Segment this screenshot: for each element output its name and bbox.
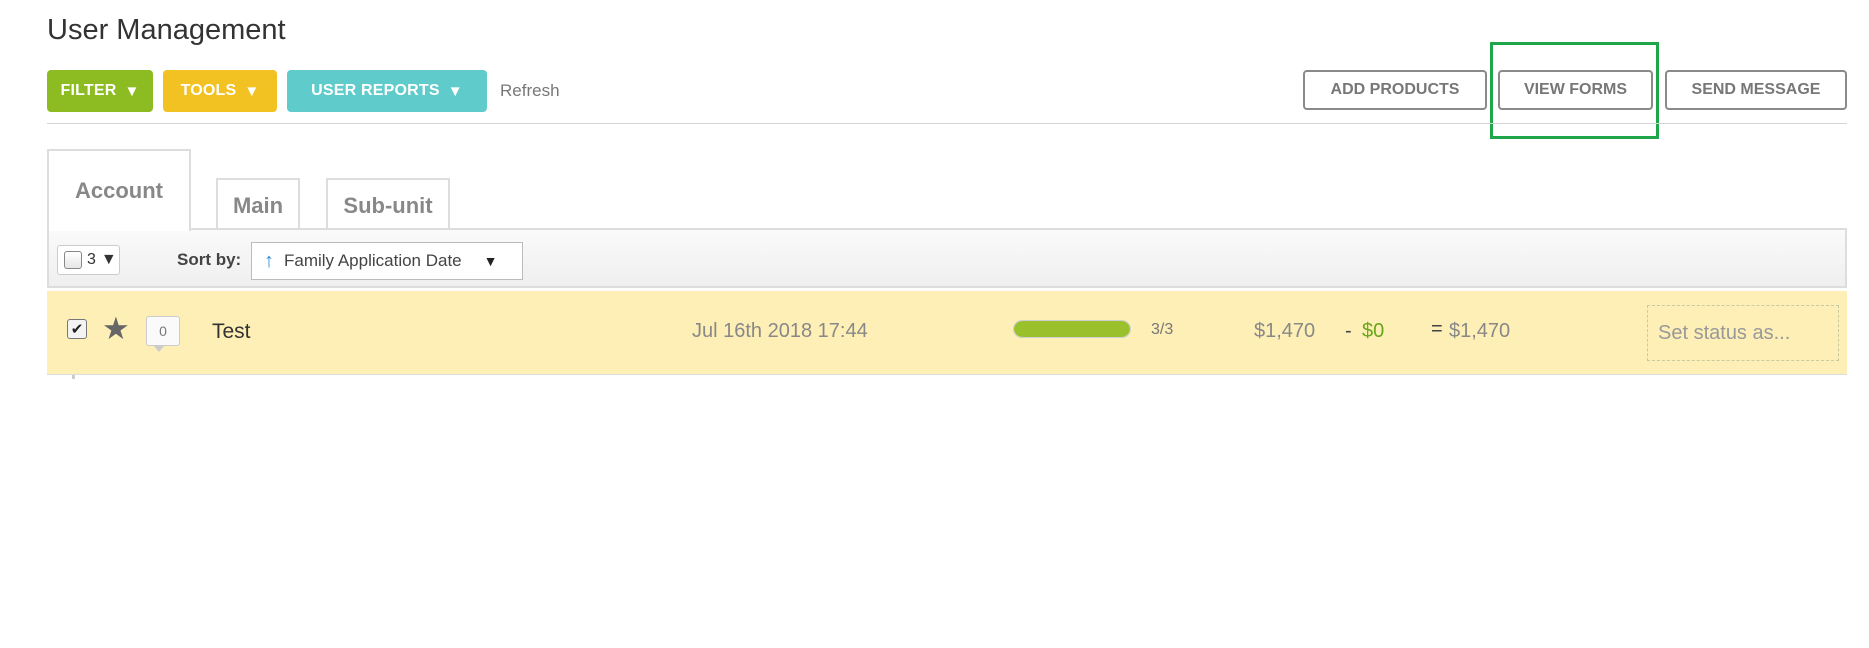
tab-account[interactable]: Account — [47, 149, 191, 231]
sort-select[interactable]: ↑ Family Application Date ▼ — [251, 242, 523, 280]
refresh-link[interactable]: Refresh — [500, 81, 560, 101]
add-products-button[interactable]: ADD PRODUCTS — [1303, 70, 1487, 110]
sort-value: Family Application Date — [284, 251, 462, 270]
tools-label: TOOLS — [180, 82, 237, 99]
set-status-field[interactable]: Set status as... — [1647, 305, 1839, 361]
page-title: User Management — [47, 14, 286, 46]
comment-icon[interactable]: 0 — [146, 316, 180, 352]
caret-down-icon: ▼ — [483, 253, 498, 269]
row-checkbox[interactable]: ✔ — [67, 319, 87, 339]
selected-count: 3 — [87, 251, 96, 268]
amount-total: $1,470 — [1254, 320, 1316, 342]
star-icon[interactable]: ★ — [102, 313, 130, 344]
filter-label: FILTER — [60, 82, 117, 99]
progress-fill — [1014, 321, 1130, 337]
send-message-button[interactable]: SEND MESSAGE — [1665, 70, 1847, 110]
user-reports-dropdown-button[interactable]: USER REPORTS ▼ — [287, 70, 487, 112]
table-row[interactable] — [47, 291, 1847, 375]
row-name[interactable]: Test — [212, 320, 251, 344]
sort-by-label: Sort by: — [177, 250, 242, 269]
row-date: Jul 16th 2018 17:44 — [692, 320, 868, 342]
equals-sign: = — [1431, 318, 1443, 340]
amount-discount: $0 — [1362, 320, 1385, 342]
tab-main[interactable]: Main — [216, 178, 300, 231]
divider-tick — [72, 375, 75, 379]
caret-down-icon: ▼ — [244, 82, 260, 100]
tools-dropdown-button[interactable]: TOOLS ▼ — [163, 70, 277, 112]
header-divider — [47, 123, 1847, 124]
select-all-dropdown[interactable]: 3 ▼ — [57, 245, 120, 275]
filter-dropdown-button[interactable]: FILTER ▼ — [47, 70, 153, 112]
select-all-checkbox[interactable] — [64, 251, 82, 269]
comment-count: 0 — [159, 323, 167, 339]
caret-down-icon: ▼ — [447, 82, 463, 100]
minus-sign: - — [1345, 320, 1352, 342]
progress-bar — [1013, 320, 1131, 338]
tab-sub-unit[interactable]: Sub-unit — [326, 178, 450, 231]
caret-down-icon: ▼ — [100, 251, 117, 268]
highlight-box — [1490, 42, 1659, 139]
amount-net: $1,470 — [1449, 320, 1511, 342]
progress-label: 3/3 — [1151, 321, 1174, 338]
user-reports-label: USER REPORTS — [311, 82, 440, 99]
sort-ascending-icon: ↑ — [264, 249, 274, 272]
caret-down-icon: ▼ — [124, 82, 140, 100]
